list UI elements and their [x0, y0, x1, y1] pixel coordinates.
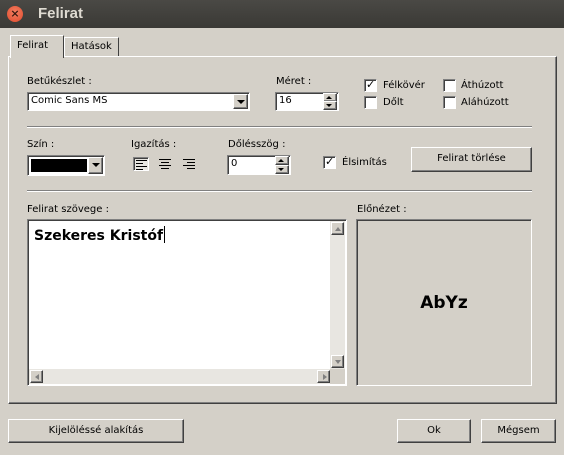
caption-textarea[interactable]: Szekeres Kristóf [27, 219, 347, 386]
convert-to-selection-label: Kijelöléssé alakítás [48, 425, 144, 436]
tab-label: Hatások [71, 41, 112, 52]
color-select[interactable] [27, 155, 105, 176]
ok-button[interactable]: Ok [397, 419, 471, 443]
divider [27, 190, 532, 192]
scroll-left-icon[interactable] [30, 370, 43, 383]
align-right-icon[interactable] [181, 157, 197, 171]
italic-label: Dőlt [383, 97, 404, 108]
italic-checkbox[interactable] [364, 96, 377, 109]
ok-label: Ok [427, 425, 441, 436]
angle-spinner[interactable]: 0 [227, 155, 291, 175]
color-swatch [31, 159, 87, 172]
color-label: Szín : [27, 139, 55, 150]
align-left-icon[interactable] [133, 157, 149, 171]
delete-caption-label: Felirat törlése [437, 153, 506, 164]
antialias-checkbox[interactable]: ✓ [323, 155, 336, 169]
size-label: Méret : [276, 76, 312, 87]
horizontal-scrollbar[interactable] [29, 369, 331, 384]
check-icon: ✓ [366, 78, 376, 91]
bold-label: Félkövér [383, 80, 425, 91]
spin-up-icon[interactable] [275, 156, 289, 165]
caption-text-label: Felirat szövege : [27, 204, 109, 215]
preview-box: AbYz [356, 219, 532, 386]
cancel-label: Mégsem [497, 425, 540, 436]
scroll-up-icon[interactable] [331, 222, 344, 235]
antialias-label: Élsimítás [342, 157, 387, 168]
scroll-right-icon[interactable] [317, 370, 330, 383]
tab-felirat[interactable]: Felirat [10, 35, 64, 58]
preview-label: Előnézet : [357, 204, 407, 215]
font-label: Betűkészlet : [27, 76, 92, 87]
caption-text-value[interactable]: Szekeres Kristóf [34, 226, 166, 244]
vertical-scrollbar[interactable] [330, 221, 345, 369]
window-title: Felirat [38, 5, 84, 22]
cancel-button[interactable]: Mégsem [481, 419, 556, 443]
alignment-label: Igazítás : [131, 139, 177, 150]
font-select-value: Comic Sans MS [31, 95, 108, 106]
scroll-corner [330, 369, 345, 384]
spin-down-icon[interactable] [323, 101, 337, 110]
angle-label: Dőlésszög : [228, 139, 286, 150]
angle-value[interactable]: 0 [231, 158, 237, 169]
convert-to-selection-button[interactable]: Kijelöléssé alakítás [8, 419, 184, 443]
title-bar: × Felirat [0, 0, 564, 28]
tab-hatasok[interactable]: Hatások [64, 37, 119, 57]
strikethrough-checkbox[interactable] [443, 79, 456, 92]
bold-checkbox[interactable]: ✓ [364, 78, 377, 92]
underline-label: Aláhúzott [461, 97, 509, 108]
font-select[interactable]: Comic Sans MS [27, 92, 250, 111]
size-value[interactable]: 16 [279, 95, 292, 106]
chevron-down-icon[interactable] [233, 94, 248, 109]
close-icon[interactable]: × [7, 6, 23, 22]
align-center-icon[interactable] [157, 157, 173, 171]
preview-sample: AbYz [420, 293, 468, 313]
divider [27, 126, 532, 128]
spin-down-icon[interactable] [275, 165, 289, 174]
delete-caption-button[interactable]: Felirat törlése [411, 147, 532, 172]
tab-label: Felirat [17, 40, 49, 51]
chevron-down-icon[interactable] [88, 157, 103, 174]
size-spinner[interactable]: 16 [275, 92, 339, 111]
check-icon: ✓ [325, 155, 335, 168]
underline-checkbox[interactable] [443, 96, 456, 109]
scroll-down-icon[interactable] [331, 355, 344, 368]
strikethrough-label: Áthúzott [461, 80, 504, 91]
